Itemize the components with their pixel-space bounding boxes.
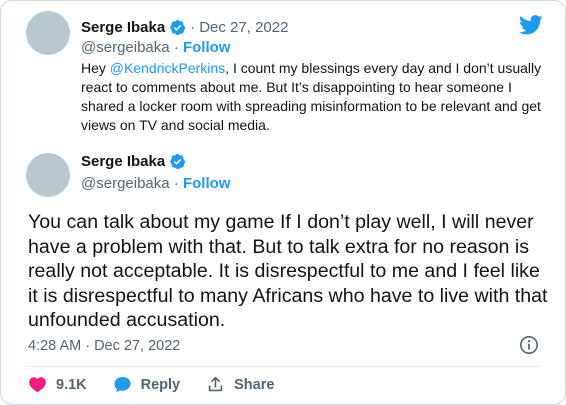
share-icon — [208, 376, 223, 392]
speech-bubble-icon — [114, 376, 131, 393]
twitter-bird-icon[interactable] — [519, 15, 543, 35]
tweet-text: You can talk about my game If I don’t pl… — [28, 211, 548, 331]
quoted-follow-button[interactable]: Follow — [183, 39, 231, 56]
tweet-embed-card: Serge Ibaka · Dec 27, 2022 @sergeibaka ·… — [0, 0, 566, 405]
quoted-avatar[interactable] — [26, 11, 70, 55]
share-label: Share — [234, 376, 275, 393]
author-handle-row: @sergeibaka · Follow — [81, 175, 230, 192]
follow-button[interactable]: Follow — [183, 175, 231, 192]
follow-separator: · — [173, 175, 179, 192]
author-handle[interactable]: @sergeibaka — [81, 175, 170, 192]
quoted-author-row: Serge Ibaka · Dec 27, 2022 — [81, 19, 288, 36]
follow-separator: · — [173, 39, 179, 56]
heart-icon — [29, 377, 46, 393]
verified-badge-icon — [170, 153, 186, 170]
author-row: Serge Ibaka — [81, 153, 186, 170]
divider — [26, 366, 540, 367]
quoted-date[interactable]: Dec 27, 2022 — [199, 19, 288, 36]
verified-badge-icon — [170, 19, 186, 36]
info-icon[interactable] — [519, 335, 539, 355]
mention-link[interactable]: @KendrickPerkins — [110, 60, 225, 76]
quoted-handle[interactable]: @sergeibaka — [81, 39, 170, 56]
like-button[interactable]: 9.1K — [28, 375, 87, 394]
share-button[interactable]: Share — [206, 375, 274, 394]
reply-label: Reply — [140, 376, 181, 393]
quoted-tweet-text: Hey @KendrickPerkins, I count my blessin… — [81, 59, 551, 135]
action-bar: 9.1K Reply Share — [28, 375, 300, 394]
quoted-handle-row: @sergeibaka · Follow — [81, 39, 230, 56]
like-count: 9.1K — [56, 376, 87, 393]
reply-button[interactable]: Reply — [113, 375, 181, 394]
quoted-text-prefix: Hey — [81, 60, 110, 76]
author-display-name[interactable]: Serge Ibaka — [81, 153, 165, 170]
separator-dot: · — [190, 19, 196, 36]
tweet-timestamp[interactable]: 4:28 AM · Dec 27, 2022 — [28, 338, 180, 354]
quoted-display-name[interactable]: Serge Ibaka — [81, 19, 165, 36]
author-avatar[interactable] — [26, 153, 70, 197]
